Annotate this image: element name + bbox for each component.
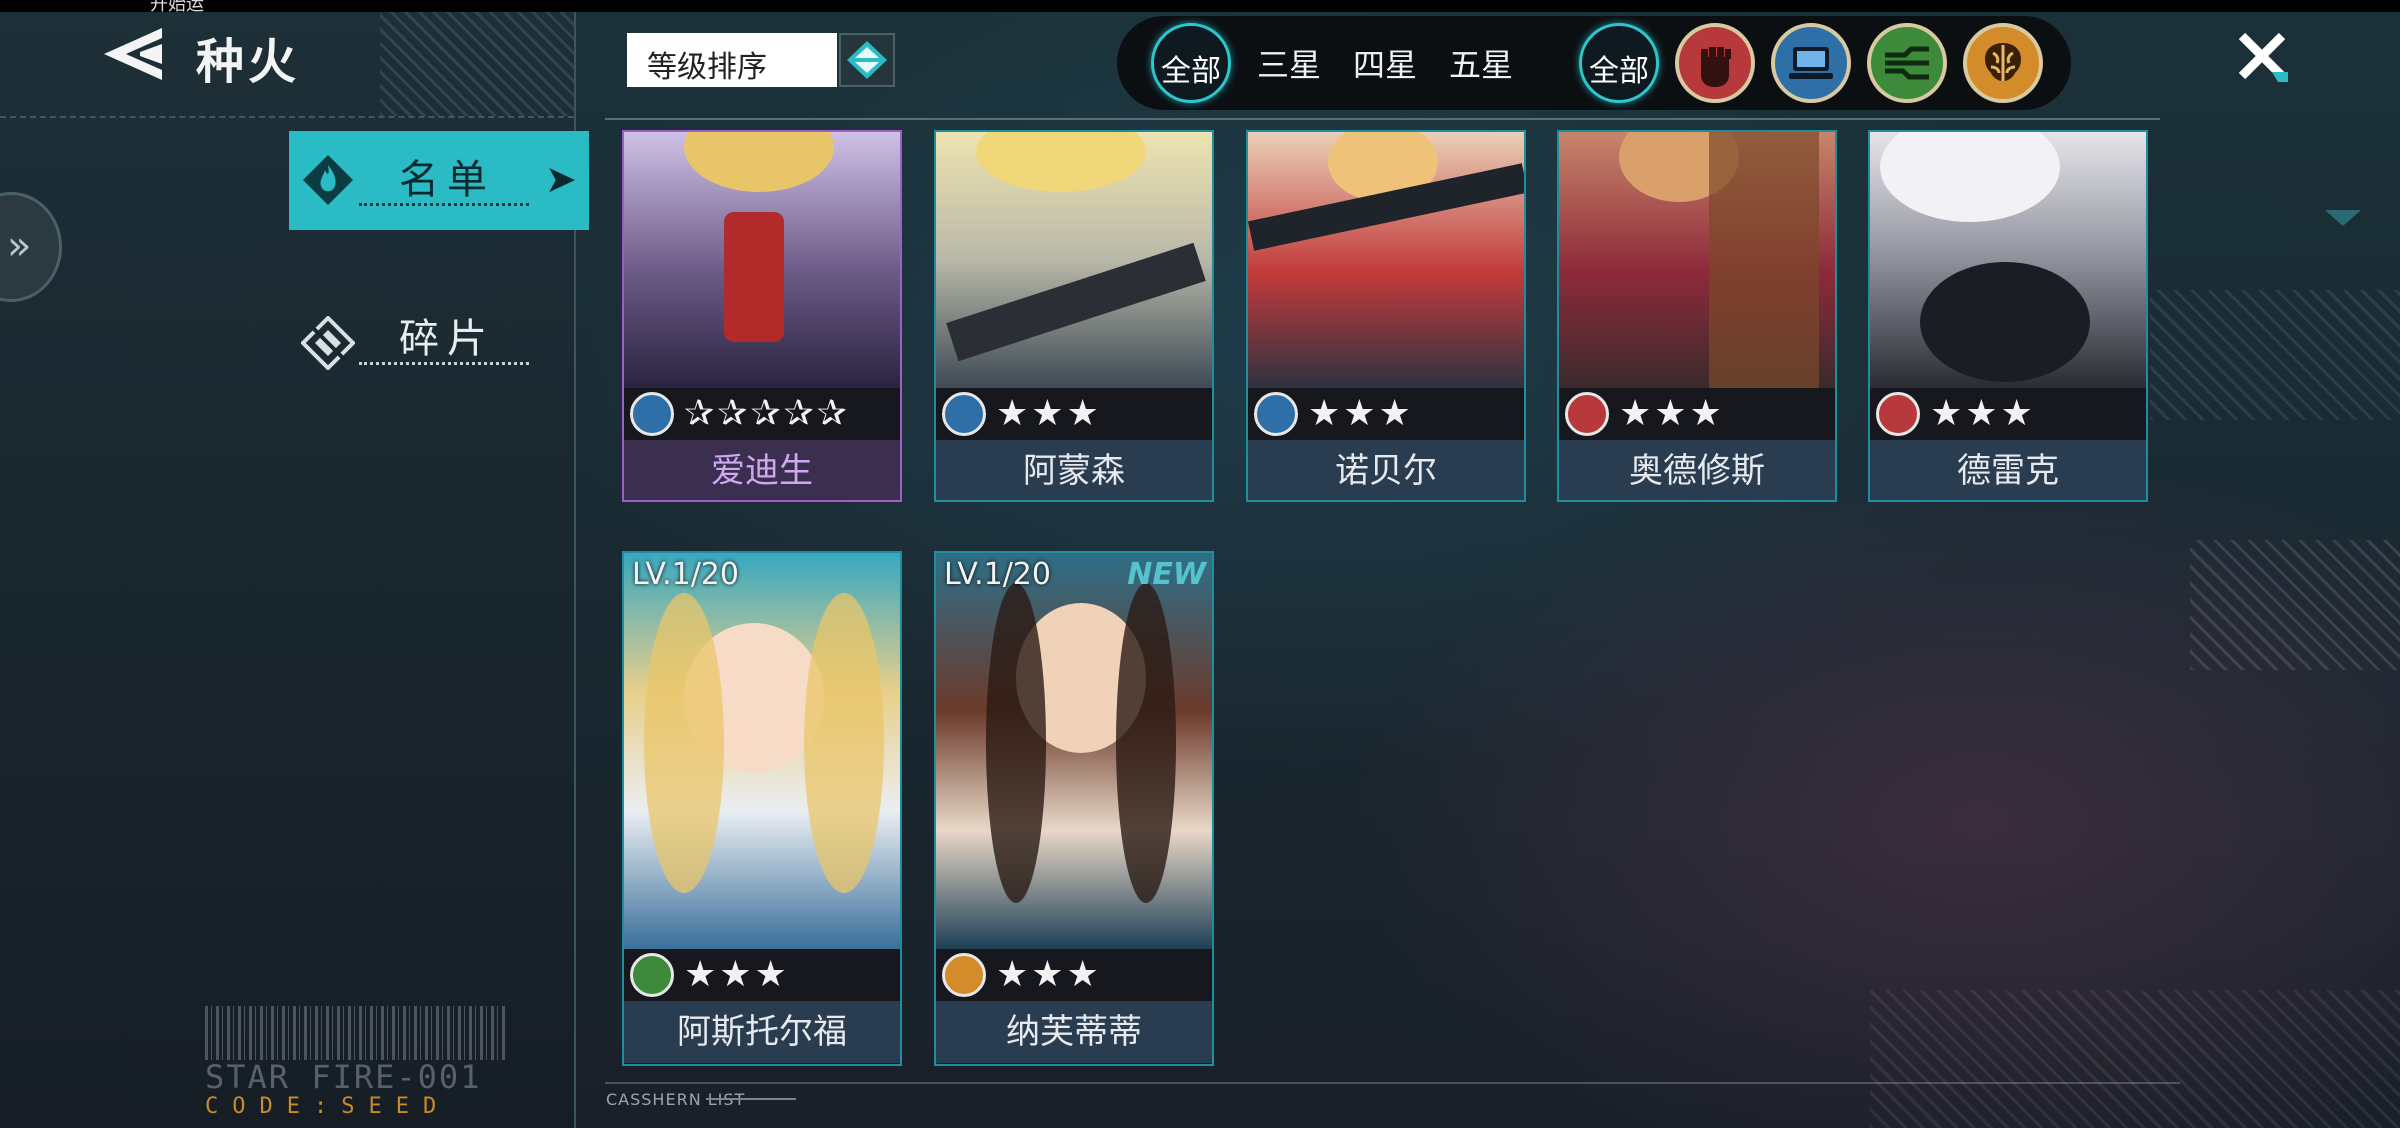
character-portrait [1559, 132, 1835, 388]
filter-class-all[interactable]: 全部 [1579, 23, 1659, 103]
card-info-strip: ★★★ [936, 388, 1212, 440]
fist-icon [1701, 47, 1731, 87]
decor-hatch [380, 12, 574, 116]
fragments-icon [301, 316, 355, 370]
sort-label: 等级排序 [647, 50, 767, 85]
rarity-stars: ★★★ [996, 954, 1102, 995]
character-name: 阿斯托尔福 [624, 1001, 900, 1063]
back-button[interactable] [100, 26, 170, 82]
character-portrait [1870, 132, 2146, 388]
page-title: 种火 [196, 34, 301, 90]
character-name: 奥德修斯 [1559, 440, 1835, 500]
rarity-stars: ★★★ [1308, 393, 1414, 434]
filter-rarity-3star[interactable]: 三星 [1257, 40, 1321, 86]
filter-class-computer[interactable] [1771, 23, 1851, 103]
sidebar-item-roster[interactable]: 名单 ➤ [289, 131, 589, 230]
filter-label: 全部 [1589, 54, 1649, 89]
character-name: 诺贝尔 [1248, 440, 1524, 500]
fist-icon [1565, 392, 1609, 436]
card-info-strip: ★★★ [1559, 388, 1835, 440]
character-name: 德雷克 [1870, 440, 2146, 500]
chevron-right-icon: ➤ [545, 157, 577, 201]
decor-dash-line [0, 116, 574, 118]
filter-rarity-all[interactable]: 全部 [1151, 23, 1231, 103]
label-underline [359, 362, 529, 365]
level-tag: LV.1/20 [944, 557, 1051, 592]
character-portrait [936, 132, 1212, 388]
filter-class-brain[interactable] [1963, 23, 2043, 103]
character-card[interactable]: LV.1/20 ★★★ 阿斯托尔福 [622, 551, 902, 1066]
card-info-strip: ★★★ [936, 949, 1212, 1001]
grid-top-line [605, 118, 2160, 120]
card-info-strip: ★★★ [1248, 388, 1524, 440]
filter-rarity-5star[interactable]: 五星 [1449, 40, 1513, 86]
character-portrait [624, 132, 900, 388]
close-icon [2238, 32, 2288, 82]
filter-bar: 全部 三星 四星 五星 全部 [1117, 16, 2071, 110]
status-strip: 开始运 [0, 0, 2400, 15]
sidebar-item-fragments[interactable]: 碎片 [289, 296, 589, 386]
filter-label: 全部 [1161, 54, 1221, 89]
brain-icon [942, 953, 986, 997]
fist-icon [1876, 392, 1920, 436]
character-portrait [1248, 132, 1524, 388]
character-portrait [936, 553, 1212, 949]
character-name: 阿蒙森 [936, 440, 1212, 500]
decor-hatch [1870, 990, 2400, 1128]
character-portrait [624, 553, 900, 949]
card-info-strip: ✰✰✰✰✰ [624, 388, 900, 440]
rarity-stars: ★★★ [1930, 393, 2036, 434]
circuit-icon [630, 953, 674, 997]
decor-barcode [205, 1006, 505, 1060]
filter-class-circuit[interactable] [1867, 23, 1947, 103]
decor-caption-bar [706, 1098, 796, 1104]
rarity-stars: ★★★ [1619, 393, 1725, 434]
decor-code-title: STAR FIRE-001 [205, 1058, 482, 1096]
character-card[interactable]: ★★★ 奥德修斯 [1557, 130, 1837, 502]
close-button[interactable] [2232, 26, 2292, 86]
card-info-strip: ★★★ [1870, 388, 2146, 440]
rarity-stars: ★★★ [684, 954, 790, 995]
character-name: 纳芙蒂蒂 [936, 1001, 1212, 1063]
circuit-icon [1885, 46, 1929, 80]
back-arrow-icon [104, 28, 162, 80]
rarity-stars: ★★★ [996, 393, 1102, 434]
flame-icon [303, 155, 353, 205]
double-chevron-icon: » [7, 223, 32, 269]
filter-rarity-4star[interactable]: 四星 [1353, 40, 1417, 86]
sidebar-item-label: 名单 [399, 157, 495, 203]
character-card[interactable]: ★★★ 诺贝尔 [1246, 130, 1526, 502]
character-card[interactable]: ★★★ 德雷克 [1868, 130, 2148, 502]
character-card[interactable]: ★★★ 阿蒙森 [934, 130, 1214, 502]
character-card[interactable]: ✰✰✰✰✰ 爱迪生 [622, 130, 902, 502]
new-badge: NEW [1127, 557, 1206, 592]
level-tag: LV.1/20 [632, 557, 739, 592]
sort-dropdown[interactable]: 等级排序 [627, 33, 837, 87]
label-underline [359, 203, 529, 206]
sort-order-toggle[interactable] [839, 33, 895, 87]
rarity-stars: ✰✰✰✰✰ [684, 393, 850, 434]
character-name: 爱迪生 [624, 440, 900, 500]
sort-arrows-icon [847, 41, 887, 79]
computer-icon [1789, 47, 1833, 79]
character-card[interactable]: LV.1/20 NEW ★★★ 纳芙蒂蒂 [934, 551, 1214, 1066]
brain-icon [1985, 43, 2021, 81]
computer-icon [942, 392, 986, 436]
decor-hatch [2190, 540, 2400, 670]
decor-code-seed: CODE:SEED [205, 1094, 451, 1119]
decor-triangle [2325, 210, 2361, 226]
card-info-strip: ★★★ [624, 949, 900, 1001]
sidebar-item-label: 碎片 [399, 316, 495, 362]
computer-icon [630, 392, 674, 436]
filter-class-fist[interactable] [1675, 23, 1755, 103]
decor-hatch [2150, 290, 2400, 420]
computer-icon [1254, 392, 1298, 436]
